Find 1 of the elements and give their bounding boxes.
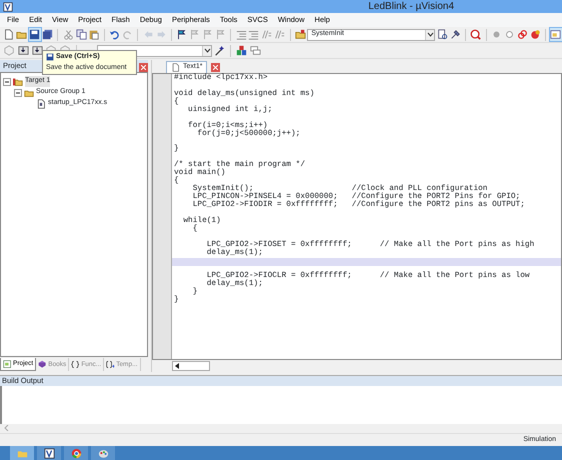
window-title: LedBlink - µVision4	[368, 0, 454, 14]
